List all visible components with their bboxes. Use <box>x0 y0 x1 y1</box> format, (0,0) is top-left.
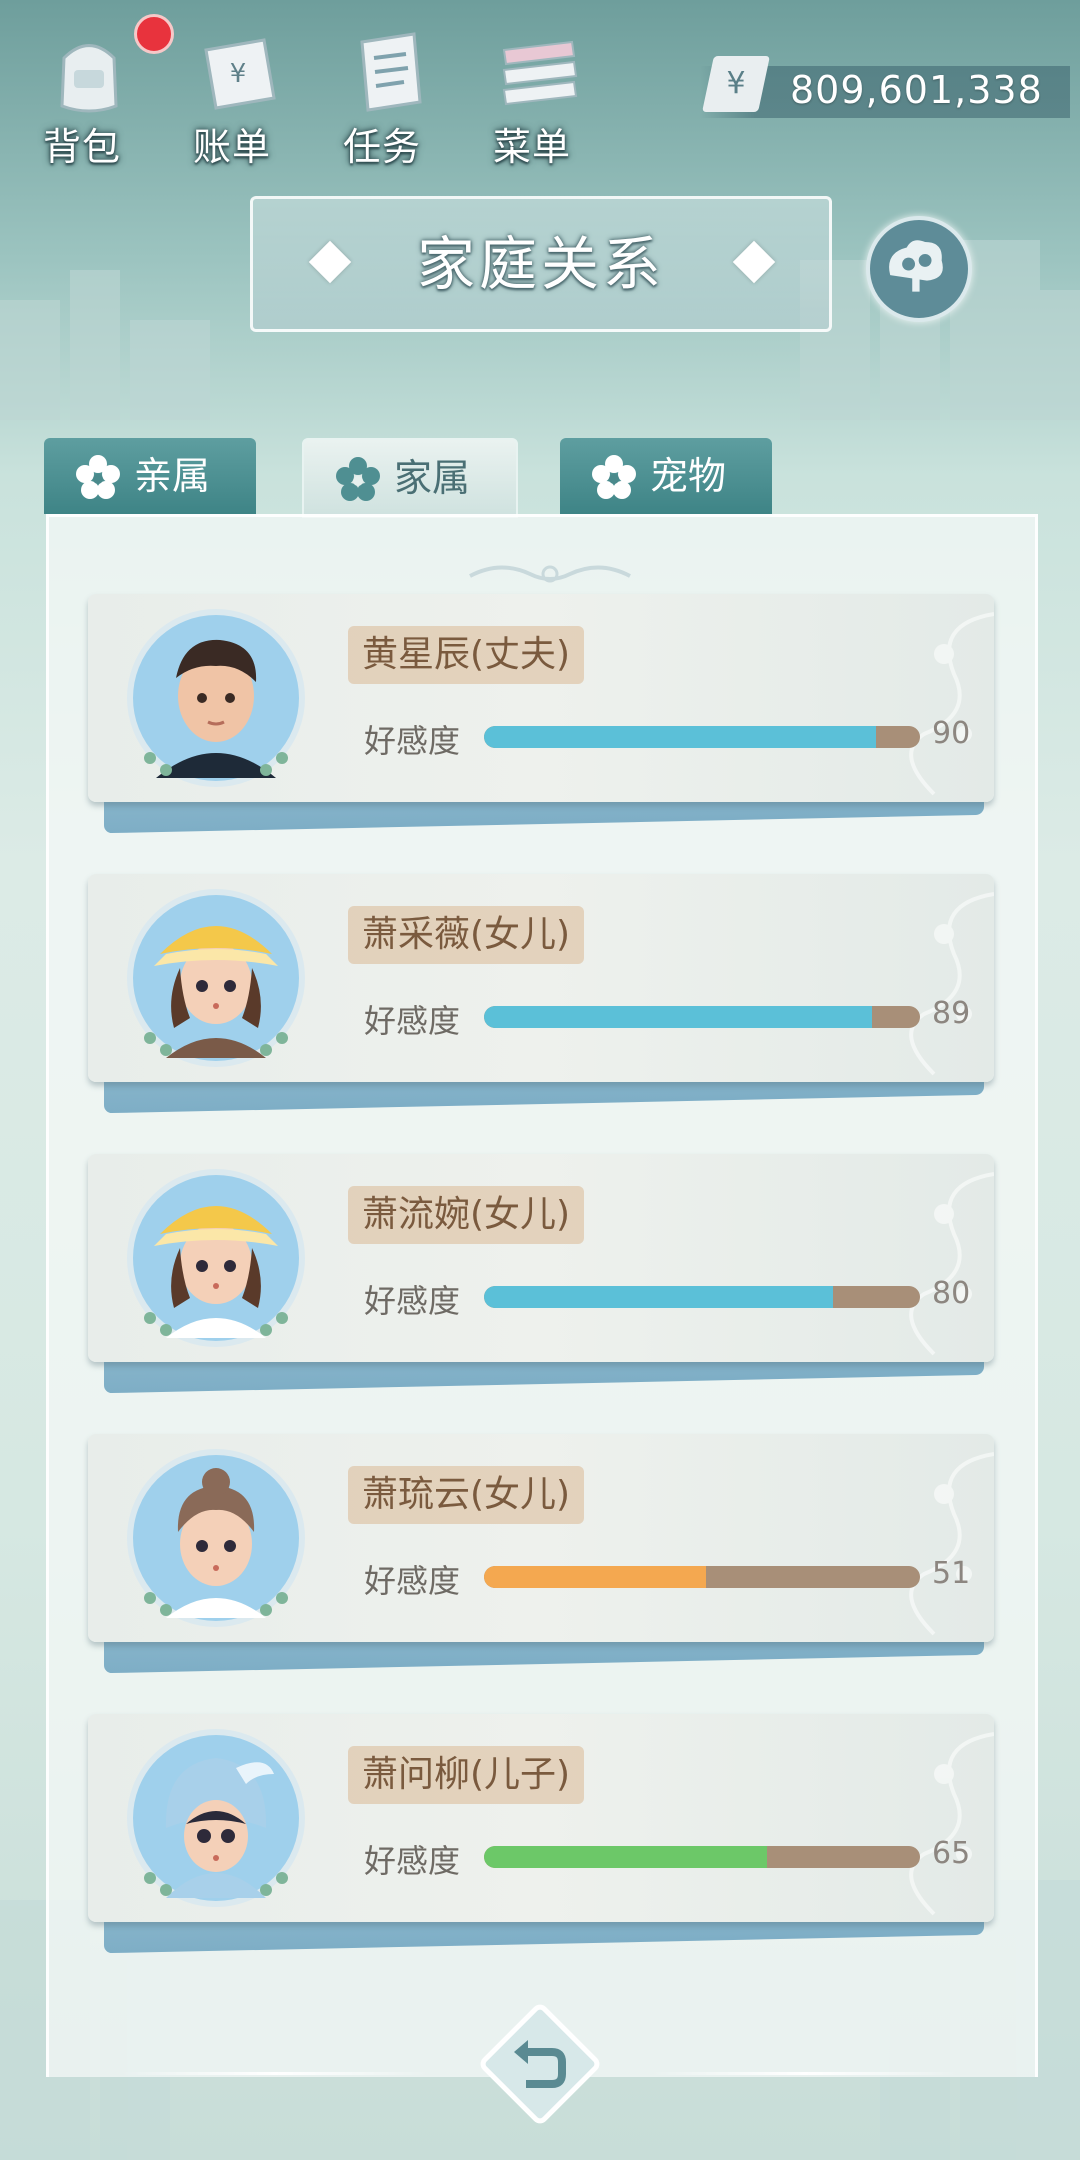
scroll-ornament-icon <box>469 565 631 583</box>
affinity-label: 好感度 <box>364 1562 461 1600</box>
avatar-daughter <box>127 889 305 1067</box>
family-tree-button[interactable] <box>866 216 972 322</box>
tab-pets-label: 宠物 <box>650 454 727 498</box>
affinity-label: 好感度 <box>364 1842 461 1880</box>
nav-task-button[interactable]: 任务 <box>322 18 442 169</box>
member-card[interactable]: 萧流婉(女儿) 好感度 80 <box>88 1154 994 1394</box>
nav-backpack-button[interactable]: 背包 <box>22 18 142 169</box>
affinity-bar <box>484 1006 920 1028</box>
vine-ornament-icon <box>909 1452 994 1636</box>
backpack-icon <box>60 44 118 113</box>
return-arrow-icon <box>480 2004 600 2124</box>
avatar-husband <box>127 609 305 787</box>
affinity-bar-fill <box>484 1286 833 1308</box>
family-tree-icon <box>889 240 943 292</box>
bill-icon: ¥ <box>204 38 276 110</box>
task-icon <box>360 32 422 112</box>
vine-ornament-icon <box>909 1172 994 1356</box>
affinity-value: 89 <box>932 996 971 1031</box>
flower-icon <box>336 457 380 501</box>
card-body: 黄星辰(丈夫) 好感度 90 <box>88 594 994 802</box>
member-name: 萧采薇(女儿) <box>348 906 585 964</box>
vine-ornament-icon <box>909 612 994 796</box>
yen-icon: ¥ <box>702 56 770 112</box>
member-name: 黄星辰(丈夫) <box>348 626 585 684</box>
vine-ornament-icon <box>909 892 994 1076</box>
tab-relatives[interactable]: 亲属 <box>44 438 256 514</box>
card-body: 萧采薇(女儿) 好感度 89 <box>88 874 994 1082</box>
affinity-bar-fill <box>484 1006 873 1028</box>
nav-bill-label: 账单 <box>192 125 271 169</box>
nav-menu-label: 菜单 <box>492 125 571 169</box>
affinity-value: 80 <box>932 1276 971 1311</box>
affinity-value: 51 <box>932 1556 971 1591</box>
nav-backpack-label: 背包 <box>42 125 121 169</box>
notification-badge <box>134 14 174 54</box>
tab-family-label: 家属 <box>394 456 471 500</box>
avatar-daughter <box>127 1449 305 1627</box>
affinity-label: 好感度 <box>364 1282 461 1320</box>
page-title-box: 家庭关系 <box>250 196 832 332</box>
affinity-label: 好感度 <box>364 1002 461 1040</box>
member-name: 萧琉云(女儿) <box>348 1466 585 1524</box>
flower-icon <box>76 455 120 499</box>
member-name: 萧问柳(儿子) <box>348 1746 585 1804</box>
member-card[interactable]: 萧采薇(女儿) 好感度 89 <box>88 874 994 1114</box>
member-card[interactable]: 萧琉云(女儿) 好感度 51 <box>88 1434 994 1674</box>
flower-icon <box>592 455 636 499</box>
affinity-label: 好感度 <box>364 722 461 760</box>
affinity-bar <box>484 1286 920 1308</box>
currency-amount: 809,601,338 <box>790 68 1043 112</box>
nav-task-label: 任务 <box>342 125 421 169</box>
avatar-son <box>127 1729 305 1907</box>
affinity-bar <box>484 1846 920 1868</box>
tab-pets[interactable]: 宠物 <box>560 438 772 514</box>
affinity-value: 65 <box>932 1836 971 1871</box>
card-body: 萧琉云(女儿) 好感度 51 <box>88 1434 994 1642</box>
back-button[interactable] <box>476 2000 604 2128</box>
affinity-bar-fill <box>484 1846 768 1868</box>
card-body: 萧流婉(女儿) 好感度 80 <box>88 1154 994 1362</box>
vine-ornament-icon <box>909 1732 994 1916</box>
divider-line <box>120 2072 430 2075</box>
nav-bill-button[interactable]: ¥ 账单 <box>172 18 292 169</box>
affinity-bar-fill <box>484 1566 707 1588</box>
menu-icon <box>502 40 578 106</box>
card-body: 萧问柳(儿子) 好感度 65 <box>88 1714 994 1922</box>
affinity-value: 90 <box>932 716 971 751</box>
affinity-bar-fill <box>484 726 877 748</box>
tab-family[interactable]: 家属 <box>302 438 518 518</box>
divider-line <box>650 2072 960 2075</box>
tab-relatives-label: 亲属 <box>134 454 211 498</box>
affinity-bar <box>484 726 920 748</box>
nav-menu-button[interactable]: 菜单 <box>472 18 592 169</box>
avatar-daughter <box>127 1169 305 1347</box>
member-name: 萧流婉(女儿) <box>348 1186 585 1244</box>
affinity-bar <box>484 1566 920 1588</box>
member-card[interactable]: 黄星辰(丈夫) 好感度 90 <box>88 594 994 834</box>
member-card[interactable]: 萧问柳(儿子) 好感度 65 <box>88 1714 994 1954</box>
svg-text:¥: ¥ <box>230 59 247 89</box>
